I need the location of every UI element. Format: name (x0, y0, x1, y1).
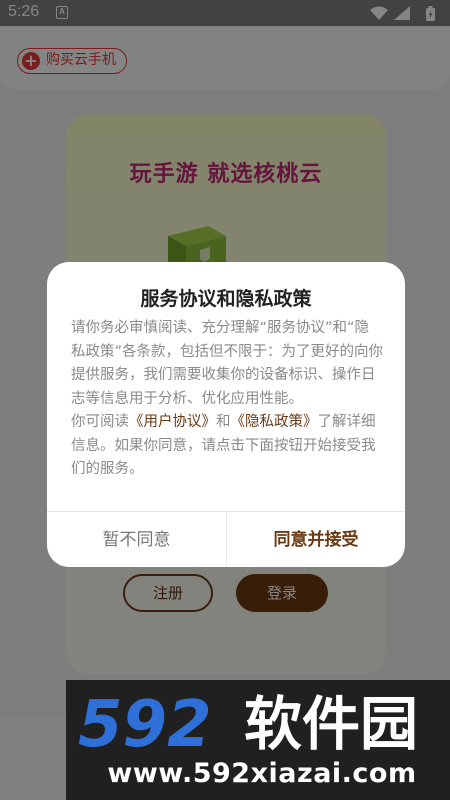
dialog-p2-and: 和 (216, 414, 231, 430)
accept-button[interactable]: 同意并接受 (227, 512, 405, 567)
privacy-policy-link[interactable]: 《隐私政策》 (231, 414, 318, 430)
watermark-banner: 592 软件园 www.592xiazai.com (66, 680, 450, 800)
dialog-title: 服务协议和隐私政策 (140, 288, 312, 310)
dialog-body: 请你务必审慎阅读、充分理解“服务协议”和“隐私政策”各条款，包括但不限于：为了更… (71, 317, 383, 482)
dialog-paragraph-1: 请你务必审慎阅读、充分理解“服务协议”和“隐私政策”各条款，包括但不限于：为了更… (71, 320, 384, 407)
watermark-digits: 592 (78, 688, 212, 760)
decline-button[interactable]: 暂不同意 (47, 512, 226, 567)
dialog-actions: 暂不同意 同意并接受 (47, 511, 405, 567)
watermark-url: www.592xiazai.com (107, 758, 417, 789)
dialog-p2-prefix: 你可阅读 (71, 414, 129, 430)
watermark-brand: 软件园 (244, 690, 418, 758)
privacy-dialog: 服务协议和隐私政策 请你务必审慎阅读、充分理解“服务协议”和“隐私政策”各条款，… (47, 262, 405, 567)
watermark-logo: 592 软件园 (78, 688, 418, 760)
user-agreement-link[interactable]: 《用户协议》 (129, 414, 216, 430)
